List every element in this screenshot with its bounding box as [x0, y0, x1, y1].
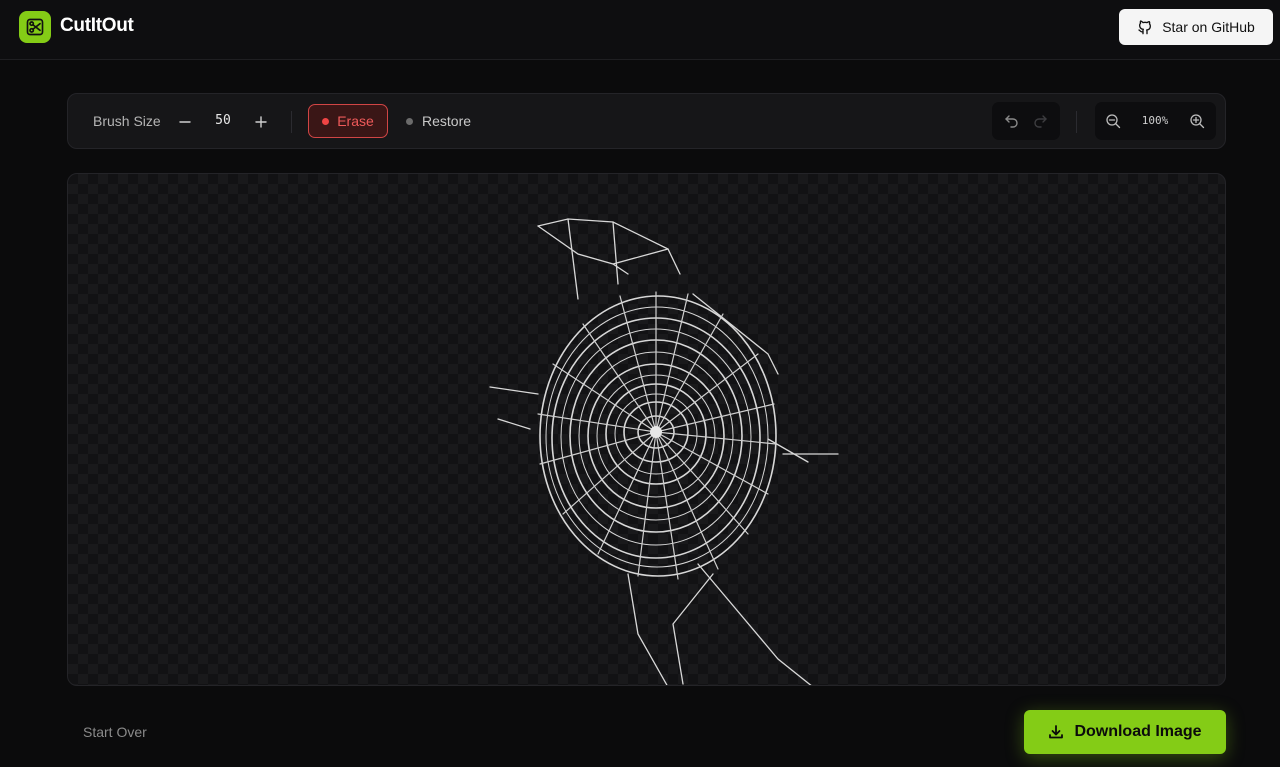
plus-icon — [253, 114, 269, 130]
start-over-button[interactable]: Start Over — [83, 724, 147, 740]
spider-web-image — [489, 218, 839, 685]
zoom-in-icon[interactable] — [1189, 113, 1205, 129]
erase-indicator-dot — [322, 117, 330, 125]
minus-icon — [177, 114, 193, 130]
brush-size-label: Brush Size — [93, 113, 161, 129]
editor-canvas[interactable] — [67, 173, 1226, 686]
history-controls — [992, 102, 1060, 140]
restore-label: Restore — [422, 113, 472, 129]
toolbar-divider — [1076, 111, 1077, 133]
github-icon — [1137, 19, 1153, 35]
top-bar: CutItOut Star on GitHub — [0, 0, 1280, 60]
undo-icon[interactable] — [1004, 113, 1020, 129]
scissors-icon[interactable] — [19, 11, 51, 43]
toolbar-divider — [291, 111, 292, 133]
brush-increase-button[interactable] — [249, 110, 273, 134]
zoom-controls: 100% — [1095, 102, 1216, 140]
brush-size-value[interactable]: 50 — [208, 113, 238, 128]
brush-decrease-button[interactable] — [173, 110, 197, 134]
redo-icon[interactable] — [1032, 113, 1048, 129]
zoom-level: 100% — [1141, 114, 1169, 127]
app-name[interactable]: CutItOut — [60, 15, 134, 37]
github-button-label: Star on GitHub — [1162, 19, 1255, 35]
download-icon — [1048, 724, 1064, 740]
restore-indicator-dot — [406, 117, 413, 125]
star-on-github-button[interactable]: Star on GitHub — [1119, 9, 1273, 45]
download-image-button[interactable]: Download Image — [1024, 710, 1226, 754]
erase-label: Erase — [337, 113, 374, 129]
zoom-out-icon[interactable] — [1105, 113, 1121, 129]
restore-mode-button[interactable]: Restore — [406, 104, 471, 138]
download-label: Download Image — [1074, 723, 1202, 740]
erase-mode-button[interactable]: Erase — [308, 104, 388, 138]
editor-toolbar: Brush Size 50 Erase Restore 100% — [67, 93, 1226, 149]
